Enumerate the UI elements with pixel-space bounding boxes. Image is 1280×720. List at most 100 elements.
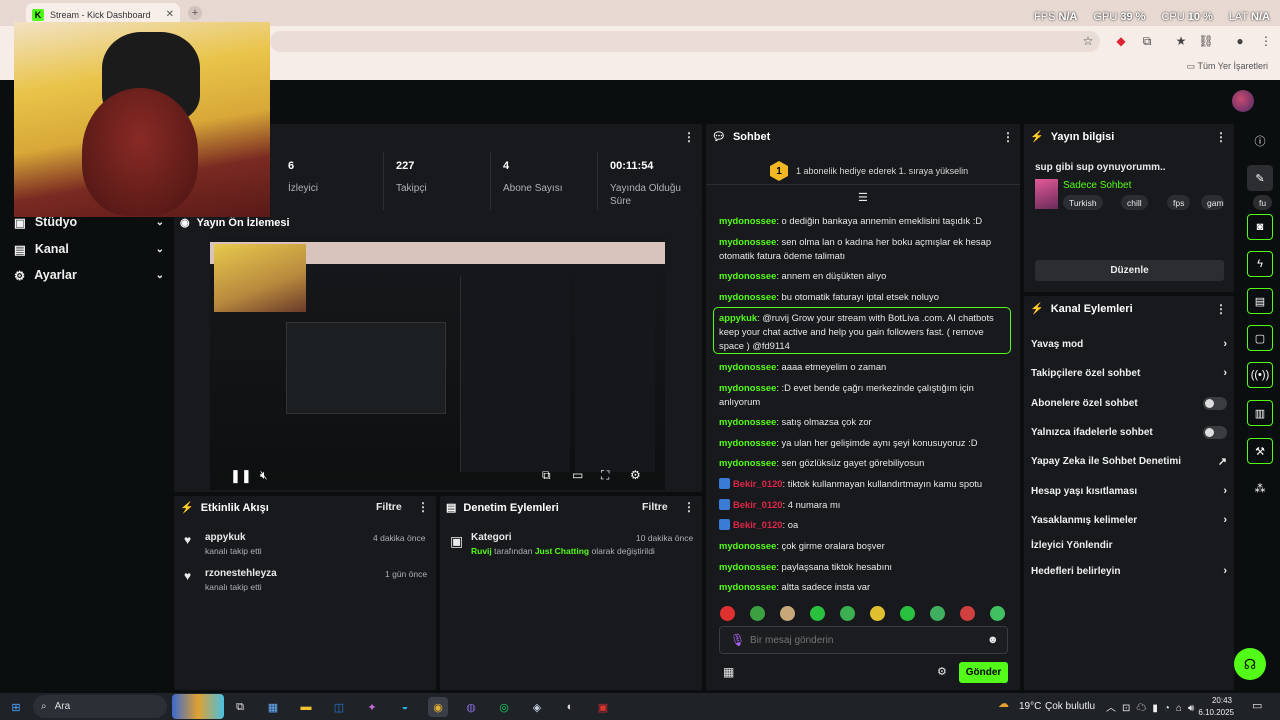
chat-username[interactable]: Bekir_0120 bbox=[733, 478, 783, 489]
activity-menu-icon[interactable]: ⋮ bbox=[417, 500, 429, 514]
address-input[interactable] bbox=[270, 31, 1100, 52]
chat-username[interactable]: mydonossee bbox=[719, 561, 776, 572]
activity-user[interactable]: appykuk bbox=[205, 532, 246, 543]
user-avatar[interactable] bbox=[1232, 90, 1254, 112]
search-highlight-image[interactable] bbox=[172, 694, 224, 719]
store-icon[interactable]: ▦ bbox=[263, 697, 283, 717]
emote-icon[interactable] bbox=[840, 606, 855, 621]
clock-date[interactable]: 6.10.2025 bbox=[1198, 708, 1234, 717]
emote-icon[interactable] bbox=[750, 606, 765, 621]
chat-username[interactable]: mydonossee bbox=[719, 291, 776, 302]
tab-close-icon[interactable]: ✕ bbox=[166, 9, 174, 20]
fullscreen-icon[interactable]: ⛶ bbox=[601, 468, 609, 483]
chat-message-input[interactable] bbox=[750, 632, 970, 648]
chat-username[interactable]: mydonossee bbox=[719, 215, 776, 226]
chat-username[interactable]: mydonossee bbox=[719, 540, 776, 551]
chat-username[interactable]: mydonossee bbox=[719, 270, 776, 281]
clock-time[interactable]: 20:43 bbox=[1206, 696, 1232, 705]
emote-icon[interactable] bbox=[960, 606, 975, 621]
chat-username[interactable]: mydonossee bbox=[719, 416, 776, 427]
emote-icon[interactable] bbox=[720, 606, 735, 621]
system-tray-icons[interactable]: ︿⊡☁▮◔⌂🔊︎ bbox=[1106, 699, 1200, 714]
emote-icon[interactable] bbox=[810, 606, 825, 621]
channel-action-row[interactable]: Yalnızca ifadelerle sohbet bbox=[1031, 424, 1227, 440]
spotify-icon[interactable]: ◎ bbox=[494, 697, 514, 717]
stream-tag[interactable]: fu bbox=[1253, 195, 1273, 210]
favorites-icon[interactable]: ★ bbox=[1173, 33, 1189, 49]
chat-username[interactable]: Bekir_0120 bbox=[733, 519, 783, 530]
taskbar-search[interactable]: ⌕ Ara bbox=[33, 695, 167, 718]
chat-menu-icon[interactable]: ⋮ bbox=[1002, 130, 1014, 144]
windows-start-icon[interactable]: ⊞ bbox=[6, 697, 26, 717]
emoji-icon[interactable]: ☻ bbox=[987, 634, 999, 646]
stats-menu-icon[interactable]: ⋮ bbox=[683, 130, 695, 144]
extension-icon[interactable]: ◆ bbox=[1113, 33, 1129, 49]
edit-stream-button[interactable]: Düzenle bbox=[1035, 260, 1224, 281]
link-icon[interactable]: ⛓ bbox=[1198, 33, 1214, 49]
channel-action-row[interactable]: Hesap yaşı kısıtlaması › bbox=[1031, 483, 1227, 499]
edit-pencil-icon[interactable]: ✎ bbox=[1247, 165, 1273, 191]
stream-tag[interactable]: Turkish bbox=[1063, 195, 1103, 210]
emote-icon[interactable] bbox=[990, 606, 1005, 621]
chrome-icon[interactable]: ◉ bbox=[428, 697, 448, 717]
emote-icon[interactable] bbox=[930, 606, 945, 621]
streamlabs-icon[interactable]: ▣ bbox=[593, 697, 613, 717]
stream-tag[interactable]: chill bbox=[1121, 195, 1148, 210]
microphone-icon[interactable]: 🎙︎ bbox=[730, 633, 745, 647]
theater-icon[interactable]: ▭ bbox=[572, 468, 583, 482]
weather-temp[interactable]: 19°C bbox=[1019, 701, 1041, 712]
outlook-icon[interactable]: ◫ bbox=[329, 697, 349, 717]
chat-username[interactable]: mydonossee bbox=[719, 457, 776, 468]
emote-icon[interactable] bbox=[780, 606, 795, 621]
toggle-switch[interactable] bbox=[1203, 425, 1227, 439]
lightning-tool-icon[interactable]: ϟ bbox=[1247, 251, 1273, 277]
clipboard-icon[interactable]: ▤ bbox=[1247, 288, 1273, 314]
edge-icon[interactable]: ◒ bbox=[395, 697, 415, 717]
bookmark-star-icon[interactable]: ☆ bbox=[1080, 33, 1096, 49]
toggle-switch[interactable] bbox=[1203, 396, 1227, 410]
new-tab-button[interactable]: + bbox=[188, 6, 202, 20]
chat-username[interactable]: mydonossee bbox=[719, 236, 776, 247]
broadcast-icon[interactable]: ((•)) bbox=[1247, 362, 1273, 388]
copilot-icon[interactable]: ✦ bbox=[362, 697, 382, 717]
channel-action-row[interactable]: Takipçilere özel sohbet › bbox=[1031, 365, 1227, 381]
channel-action-row[interactable]: Yasaklanmış kelimeler › bbox=[1031, 512, 1227, 528]
discord-icon[interactable]: ◍ bbox=[461, 697, 481, 717]
activity-user[interactable]: rzonestehleyza bbox=[205, 568, 277, 579]
channel-actions-menu-icon[interactable]: ⋮ bbox=[1215, 302, 1227, 316]
pinned-toggle-icon[interactable]: ☰ bbox=[858, 191, 868, 204]
channel-action-row[interactable]: Yapay Zeka ile Sohbet Denetimi ↗ bbox=[1031, 453, 1227, 469]
notification-icon[interactable]: ▭ bbox=[1252, 699, 1262, 712]
moderation-category[interactable]: Just Chatting bbox=[535, 546, 589, 556]
stream-tag[interactable]: gaming bbox=[1201, 195, 1224, 210]
stream-preview-video[interactable]: ❚❚ 🔇︎ ⧉ ▭ ⛶ ⚙ bbox=[210, 236, 665, 490]
picture-in-picture-icon[interactable]: ⧉ bbox=[542, 468, 551, 483]
chat-username[interactable]: Bekir_0120 bbox=[733, 499, 783, 510]
profile-icon[interactable]: ● bbox=[1232, 33, 1248, 49]
wrench-icon[interactable]: ⚒ bbox=[1247, 438, 1273, 464]
channel-action-row[interactable]: İzleyici Yönlendir bbox=[1031, 537, 1227, 553]
chat-username[interactable]: mydonossee bbox=[719, 437, 776, 448]
chat-username[interactable]: mydonossee bbox=[719, 361, 776, 372]
layout-icon[interactable]: ▥ bbox=[1247, 400, 1273, 426]
support-headset-icon[interactable]: ☊ bbox=[1234, 648, 1266, 680]
chat-tool-icon[interactable]: ▢ bbox=[1247, 325, 1273, 351]
channel-action-row[interactable]: Yavaş mod › bbox=[1031, 336, 1227, 352]
extensions-puzzle-icon[interactable]: ⧉ bbox=[1139, 33, 1155, 49]
file-explorer-icon[interactable]: ▬ bbox=[296, 697, 316, 717]
channel-action-row[interactable]: Hedefleri belirleyin › bbox=[1031, 563, 1227, 579]
emote-icon[interactable] bbox=[870, 606, 885, 621]
camera-icon[interactable]: ◙ bbox=[1247, 214, 1273, 240]
channel-action-row[interactable]: Abonelere özel sohbet bbox=[1031, 395, 1227, 411]
activity-filter-button[interactable]: Filtre bbox=[376, 501, 402, 513]
settings-gear-icon[interactable]: ⚙ bbox=[630, 468, 641, 482]
task-view-icon[interactable]: ⧉ bbox=[230, 697, 250, 717]
sidebar-item-channel[interactable]: ▤ Kanal ⌄ bbox=[14, 239, 164, 259]
stream-info-menu-icon[interactable]: ⋮ bbox=[1215, 130, 1227, 144]
chat-username[interactable]: mydonossee bbox=[719, 581, 776, 592]
all-bookmarks-link[interactable]: ▭ Tüm Yer İşaretleri bbox=[1187, 61, 1268, 72]
stream-tag[interactable]: fps bbox=[1167, 195, 1191, 210]
shop-icon[interactable]: ▦ bbox=[723, 665, 734, 679]
chat-settings-icon[interactable]: ⚙ bbox=[937, 665, 947, 678]
info-icon[interactable]: ⓘ bbox=[1247, 128, 1273, 154]
